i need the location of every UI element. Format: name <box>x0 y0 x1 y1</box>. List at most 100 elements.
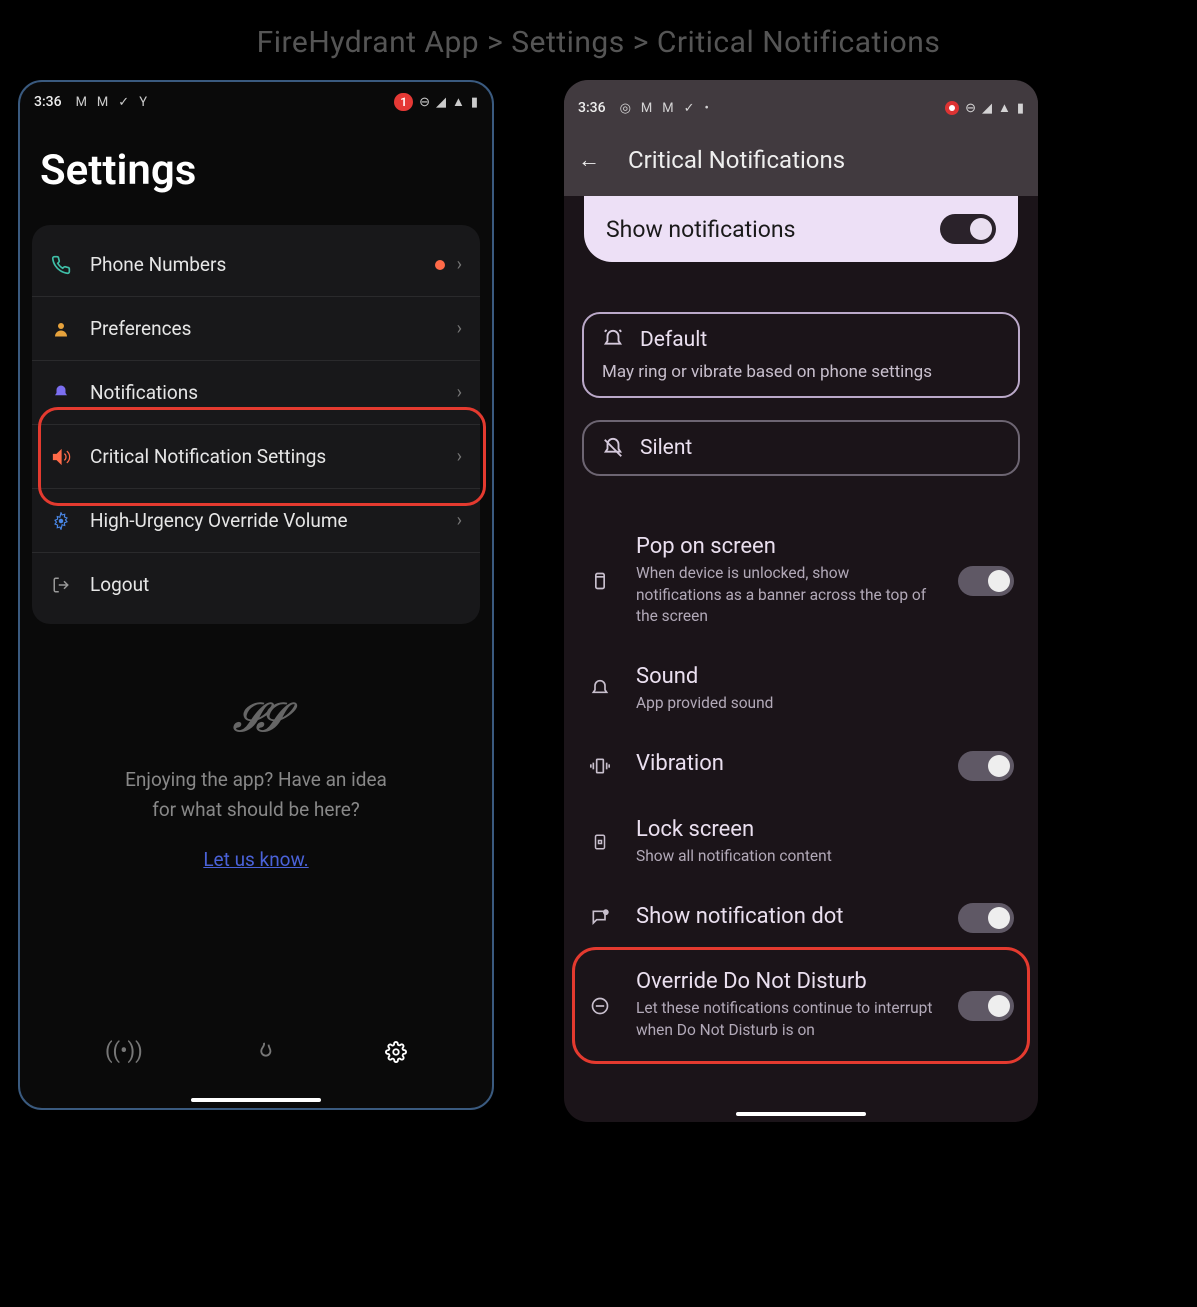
bottom-nav: ((•)) <box>20 1021 492 1092</box>
bell-icon <box>50 382 72 404</box>
vibration-icon <box>588 756 612 776</box>
lock-screen-icon <box>588 831 612 853</box>
settings-item-label: Logout <box>90 573 462 596</box>
settings-item-label: High-Urgency Override Volume <box>90 509 457 532</box>
record-icon <box>945 101 959 115</box>
settings-item-notifications[interactable]: Notifications › <box>32 361 480 425</box>
dnd-icon <box>588 996 612 1016</box>
row-title: Override Do Not Disturb <box>636 969 934 994</box>
battery-icon: ▮ <box>1017 101 1024 116</box>
settings-item-label: Critical Notification Settings <box>90 445 457 468</box>
alert-dot-icon <box>435 260 445 270</box>
chevron-right-icon: › <box>457 382 462 403</box>
settings-item-logout[interactable]: Logout <box>32 553 480 616</box>
phone-critical-notifications: 3:36 ◎ M M ✓ • ⊖ ◢ ▲ ▮ ← Critical Notifi… <box>564 80 1038 1122</box>
page-title: Critical Notifications <box>628 146 845 174</box>
settings-item-label: Preferences <box>90 317 457 340</box>
mode-default[interactable]: Default May ring or vibrate based on pho… <box>582 312 1020 398</box>
footer-area: 𝒮𝒮 Enjoying the app? Have an idea for wh… <box>20 624 492 871</box>
wifi-icon: ◢ <box>436 95 446 110</box>
bell-ring-icon <box>602 329 624 351</box>
settings-item-label: Notifications <box>90 381 457 404</box>
app-icon: Y <box>139 95 147 110</box>
settings-item-preferences[interactable]: Preferences › <box>32 297 480 361</box>
row-desc: When device is unlocked, show notificati… <box>636 563 934 628</box>
person-icon <box>50 318 72 340</box>
chat-dot-icon <box>588 908 612 928</box>
settings-item-phone-numbers[interactable]: Phone Numbers › <box>32 233 480 297</box>
row-sound[interactable]: Sound App provided sound <box>564 646 1038 733</box>
settings-item-critical-notifications[interactable]: Critical Notification Settings › <box>32 425 480 489</box>
firehydrant-logo-icon: 𝒮𝒮 <box>233 694 279 741</box>
vibration-toggle[interactable] <box>958 751 1014 781</box>
row-title: Sound <box>636 664 1014 689</box>
status-time: 3:36 <box>34 94 62 110</box>
row-pop-on-screen[interactable]: Pop on screen When device is unlocked, s… <box>564 516 1038 646</box>
chevron-right-icon: › <box>457 254 462 275</box>
gmail-icon: M <box>662 101 673 116</box>
chevron-right-icon: › <box>457 318 462 339</box>
wifi-icon: ◢ <box>982 101 992 116</box>
home-indicator[interactable] <box>736 1112 866 1116</box>
nav-fire-icon[interactable] <box>253 1041 275 1063</box>
volume-icon <box>50 446 72 468</box>
row-desc: App provided sound <box>636 693 1014 715</box>
dot-toggle[interactable] <box>958 903 1014 933</box>
show-notifications-toggle[interactable] <box>940 214 996 244</box>
row-notification-dot[interactable]: Show notification dot <box>564 885 1038 951</box>
signal-icon: ▲ <box>998 100 1011 116</box>
show-notifications-row[interactable]: Show notifications <box>584 196 1018 262</box>
chevron-right-icon: › <box>457 510 462 531</box>
bell-icon <box>588 679 612 699</box>
show-notifications-label: Show notifications <box>606 216 795 243</box>
row-desc: Let these notifications continue to inte… <box>636 998 934 1041</box>
signal-icon: ▲ <box>452 94 465 110</box>
gear-icon <box>50 510 72 532</box>
mode-silent[interactable]: Silent <box>582 420 1020 476</box>
gmail-icon: M <box>76 95 87 110</box>
status-bar: 3:36 ◎ M M ✓ • ⊖ ◢ ▲ ▮ <box>564 88 1038 128</box>
gmail-icon: M <box>97 95 108 110</box>
back-arrow-icon[interactable]: ← <box>578 147 600 173</box>
row-title: Lock screen <box>636 817 1014 842</box>
row-override-dnd[interactable]: Override Do Not Disturb Let these notifi… <box>564 951 1038 1059</box>
mode-label: Default <box>640 328 707 352</box>
mode-label: Silent <box>640 436 692 460</box>
home-indicator[interactable] <box>191 1098 321 1102</box>
page-header: ← Critical Notifications <box>564 128 1038 196</box>
row-desc: Show all notification content <box>636 846 1014 868</box>
phone-icon <box>50 254 72 276</box>
check-icon: ✓ <box>684 101 695 116</box>
row-title: Pop on screen <box>636 534 934 559</box>
check-icon: ✓ <box>118 95 129 110</box>
nav-broadcast-icon[interactable]: ((•)) <box>105 1039 143 1064</box>
feedback-link[interactable]: Let us know. <box>203 848 308 871</box>
dot-icon: • <box>705 101 709 116</box>
battery-icon: ▮ <box>471 95 478 110</box>
pop-toggle[interactable] <box>958 566 1014 596</box>
row-lock-screen[interactable]: Lock screen Show all notification conten… <box>564 799 1038 886</box>
gmail-icon: M <box>641 101 652 116</box>
screen-icon <box>588 571 612 591</box>
breadcrumb: FireHydrant App > Settings > Critical No… <box>0 0 1197 80</box>
target-icon: ◎ <box>620 101 631 116</box>
nav-settings-icon[interactable] <box>385 1041 407 1063</box>
notification-badge: 1 <box>394 93 413 111</box>
mode-desc: May ring or vibrate based on phone setti… <box>602 362 1000 382</box>
dnd-toggle[interactable] <box>958 991 1014 1021</box>
row-title: Vibration <box>636 751 934 776</box>
settings-item-label: Phone Numbers <box>90 253 435 276</box>
logout-icon <box>50 574 72 596</box>
phone-settings: 3:36 M M ✓ Y 1 ⊖ ◢ ▲ ▮ Settings Phone Nu… <box>18 80 494 1110</box>
settings-item-high-urgency[interactable]: High-Urgency Override Volume › <box>32 489 480 553</box>
row-title: Show notification dot <box>636 904 934 929</box>
settings-list: Phone Numbers › Preferences › Notificati… <box>32 225 480 624</box>
status-time: 3:36 <box>578 100 606 116</box>
page-title: Settings <box>20 122 492 225</box>
chevron-right-icon: › <box>457 446 462 467</box>
footer-text: Enjoying the app? Have an idea for what … <box>20 765 492 826</box>
bell-off-icon <box>602 437 624 459</box>
row-vibration[interactable]: Vibration <box>564 733 1038 799</box>
status-bar: 3:36 M M ✓ Y 1 ⊖ ◢ ▲ ▮ <box>20 82 492 122</box>
dnd-icon: ⊖ <box>419 95 430 110</box>
